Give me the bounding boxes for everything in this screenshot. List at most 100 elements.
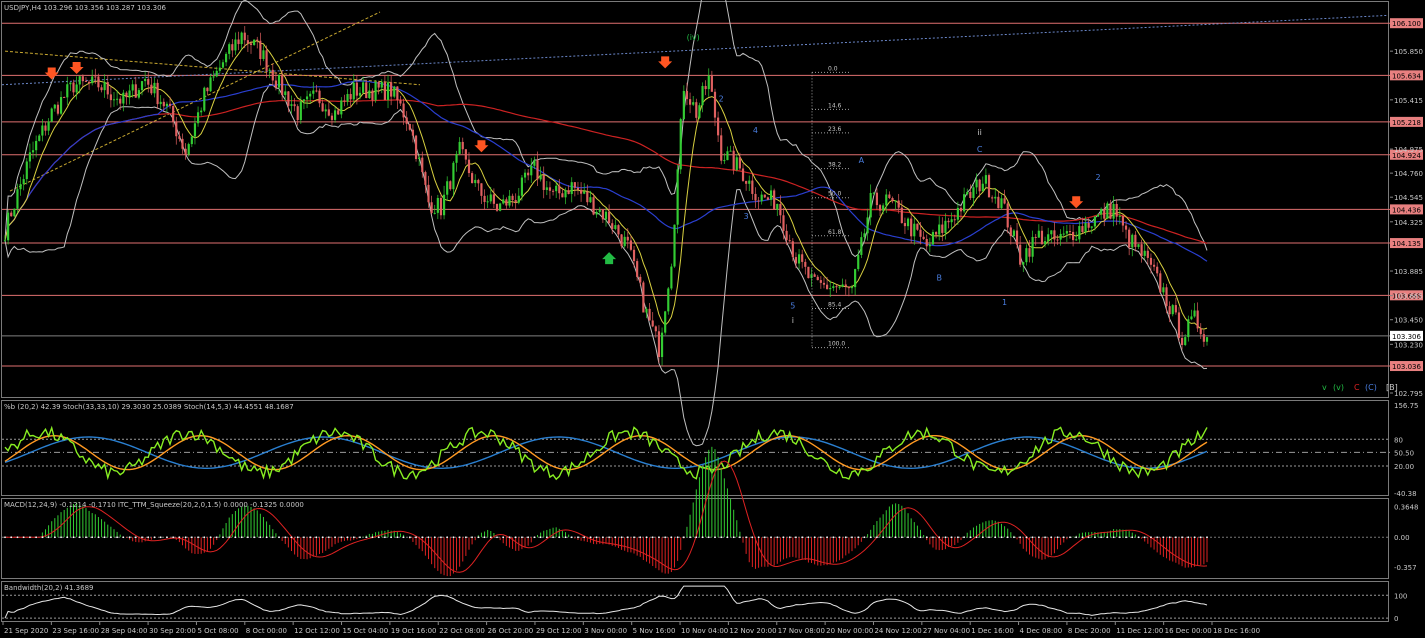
osc-tick-label: 80	[1394, 436, 1403, 444]
candle	[94, 76, 97, 78]
candle	[50, 108, 53, 122]
candle	[573, 182, 576, 188]
candle	[165, 103, 169, 107]
wave-legend-tag: v	[1322, 383, 1327, 392]
squeeze-dot	[41, 536, 44, 539]
squeeze-dot	[271, 536, 274, 539]
candle	[748, 180, 751, 184]
squeeze-dot	[925, 536, 928, 539]
candle	[122, 92, 125, 104]
candle	[1031, 236, 1034, 257]
candle	[667, 288, 670, 312]
candle	[1174, 305, 1177, 313]
candle	[903, 223, 907, 227]
squeeze-dot	[614, 536, 617, 539]
candle	[804, 261, 807, 267]
squeeze-dot	[545, 536, 548, 539]
squeeze-dot	[994, 536, 997, 539]
time-tick-label: 11 Dec 12:00	[1116, 627, 1163, 635]
wave-label: ii	[977, 128, 981, 137]
candle	[517, 195, 520, 203]
time-tick-label: 30 Sep 20:00	[149, 627, 196, 635]
candle	[63, 97, 66, 99]
candle	[682, 90, 685, 120]
candle	[78, 76, 81, 85]
candle	[564, 190, 567, 198]
candle	[508, 195, 511, 206]
candle	[782, 215, 785, 231]
candle	[69, 82, 72, 85]
squeeze-dot	[29, 536, 31, 539]
squeeze-dot	[91, 536, 94, 539]
squeeze-dot	[66, 536, 69, 539]
trading-chart[interactable]: 106.100105.634105.218104.924104.436104.1…	[0, 0, 1425, 638]
candle	[405, 117, 408, 124]
bandwidth-tick-label: 0	[1394, 615, 1398, 623]
squeeze-dot	[639, 536, 642, 539]
squeeze-dot	[1019, 536, 1022, 539]
squeeze-dot	[944, 536, 947, 539]
squeeze-dot	[259, 536, 262, 539]
squeeze-dot	[421, 536, 424, 539]
candle	[978, 179, 981, 192]
candle	[636, 261, 639, 277]
candle	[567, 190, 570, 195]
candle	[125, 92, 128, 98]
squeeze-dot	[633, 536, 635, 539]
squeeze-dot	[464, 536, 467, 539]
candle	[358, 92, 362, 96]
candle	[200, 110, 203, 113]
squeeze-dot	[1013, 536, 1015, 539]
candle	[430, 202, 433, 214]
candle	[56, 104, 60, 114]
candle	[1096, 214, 1100, 217]
candle	[959, 207, 963, 212]
squeeze-dot	[919, 536, 922, 539]
wave-label: (iv)	[687, 33, 700, 42]
candle	[1053, 230, 1056, 240]
candle	[284, 91, 287, 96]
fib-label: 14.6	[828, 102, 842, 109]
candle	[679, 119, 682, 170]
candle	[763, 194, 766, 198]
squeeze-dot	[365, 536, 368, 539]
candle	[442, 194, 446, 216]
candle	[386, 82, 390, 100]
squeeze-dot	[85, 536, 87, 539]
candle	[333, 110, 337, 120]
candle	[850, 287, 854, 289]
time-tick-label: 27 Nov 04:00	[923, 627, 970, 635]
candle	[611, 223, 614, 229]
price-tick-label: 103.665	[1394, 293, 1423, 301]
candle	[281, 74, 284, 96]
candle	[112, 99, 116, 101]
candle	[418, 157, 421, 160]
candle	[1059, 233, 1062, 240]
squeeze-dot	[1031, 536, 1034, 539]
candle	[449, 181, 452, 190]
candle	[1115, 203, 1118, 217]
squeeze-dot	[303, 536, 305, 539]
candle	[100, 87, 103, 91]
candle	[670, 266, 673, 289]
wave-label: 3	[744, 212, 749, 221]
squeeze-dot	[278, 536, 280, 539]
candle	[474, 179, 477, 184]
candle	[1124, 225, 1128, 230]
squeeze-dot	[1100, 536, 1103, 539]
candle	[274, 80, 278, 88]
candle	[919, 229, 922, 237]
candle	[414, 135, 418, 160]
time-tick-label: 28 Sep 04:00	[101, 627, 148, 635]
candle	[109, 94, 112, 101]
candle	[910, 218, 913, 237]
candle	[212, 76, 215, 78]
time-tick-label: 8 Oct 00:00	[246, 627, 287, 635]
squeeze-dot	[1050, 536, 1053, 539]
candle	[461, 141, 464, 150]
candle	[190, 136, 193, 145]
level-label: 103.036	[1392, 363, 1421, 371]
candle	[383, 81, 386, 100]
time-tick-label: 17 Nov 08:00	[778, 627, 825, 635]
candle	[866, 217, 869, 234]
